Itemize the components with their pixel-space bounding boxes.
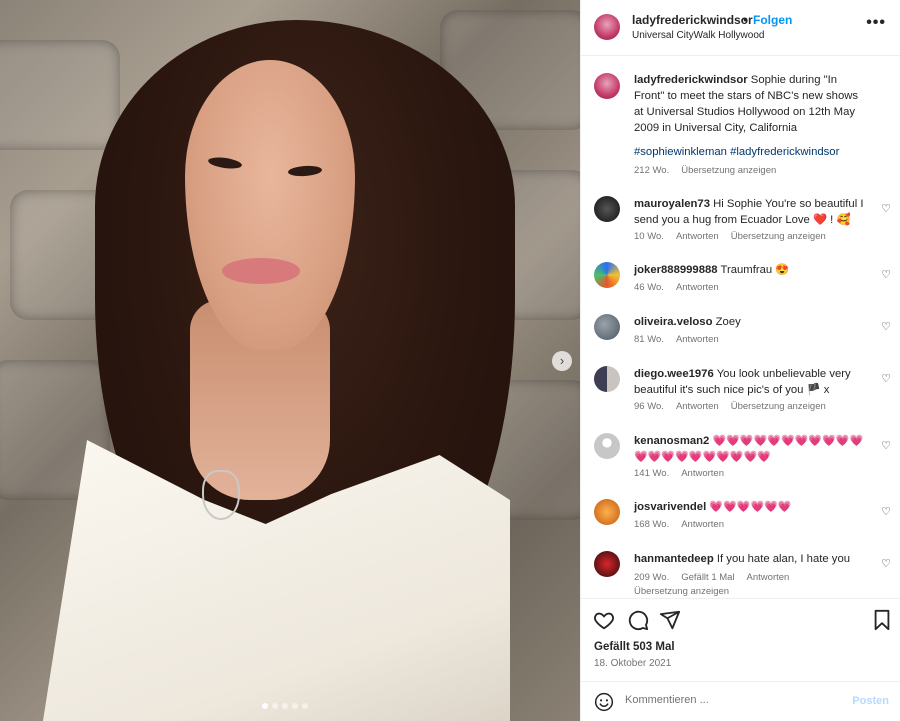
commenter-avatar[interactable] [594, 499, 620, 525]
comment-age: 96 Wo. [634, 401, 664, 412]
comment-body: Zoey [715, 316, 741, 328]
lips [222, 258, 300, 284]
share-icon[interactable] [659, 609, 681, 631]
comment-text: mauroyalen73 Hi Sophie You're so beautif… [634, 196, 866, 228]
separator-dot: • [743, 11, 748, 27]
comment-meta: 46 Wo. Antworten [634, 282, 731, 293]
carousel-dot [302, 703, 308, 709]
carousel-dots [262, 703, 308, 709]
comment-text: diego.wee1976 You look unbelievable very… [634, 366, 866, 398]
post-photo[interactable]: › [0, 0, 580, 721]
author-avatar[interactable] [594, 14, 620, 40]
post-header: ladyfrederickwindsor • Folgen Universal … [581, 0, 900, 56]
bookmark-icon[interactable] [871, 609, 893, 631]
commenter-avatar[interactable] [594, 314, 620, 340]
necklace-pendant [202, 470, 240, 520]
commenter-avatar[interactable] [594, 366, 620, 392]
post-sidebar: ladyfrederickwindsor • Folgen Universal … [580, 0, 900, 721]
reply-link[interactable]: Antworten [747, 572, 790, 583]
comment-age: 209 Wo. [634, 572, 670, 583]
like-comment-icon[interactable]: ♡ [881, 557, 891, 570]
comment-username[interactable]: joker888999888 [634, 264, 718, 276]
comment-username[interactable]: josvarivendel [634, 501, 706, 513]
next-photo-button[interactable]: › [552, 351, 572, 371]
reply-link[interactable]: Antworten [681, 468, 724, 479]
author-avatar[interactable] [594, 73, 620, 99]
author-username[interactable]: ladyfrederickwindsor [632, 13, 753, 27]
comment-username[interactable]: oliveira.veloso [634, 316, 713, 328]
emoji-icon[interactable] [594, 692, 614, 712]
comment-text: kenanosman2 💗💗💗💗💗💗💗💗💗💗💗💗💗💗💗💗💗💗💗💗💗 [634, 433, 866, 465]
caption-username[interactable]: ladyfrederickwindsor [634, 74, 748, 86]
like-comment-icon[interactable]: ♡ [881, 439, 891, 452]
comment-icon[interactable] [627, 609, 649, 631]
comment-meta-translate: Übersetzung anzeigen [634, 586, 741, 597]
reply-link[interactable]: Antworten [676, 282, 719, 293]
comment-meta: 96 Wo. Antworten Übersetzung anzeigen [634, 401, 838, 412]
heart-icon[interactable] [593, 609, 615, 631]
comment-username[interactable]: diego.wee1976 [634, 368, 714, 380]
location-link[interactable]: Universal CityWalk Hollywood [632, 30, 764, 41]
reply-link[interactable]: Antworten [676, 334, 719, 345]
carousel-dot [292, 703, 298, 709]
post-date: 18. Oktober 2021 [594, 658, 672, 669]
comment-body: 💗💗💗💗💗💗 [709, 501, 792, 513]
post-button[interactable]: Posten [852, 695, 889, 707]
comment-age: 168 Wo. [634, 519, 670, 530]
translate-link[interactable]: Übersetzung anzeigen [731, 401, 826, 412]
comment-age: 46 Wo. [634, 282, 664, 293]
action-bar [581, 598, 900, 636]
comment-username[interactable]: mauroyalen73 [634, 198, 710, 210]
comment-text: joker888999888 Traumfrau 😍 [634, 262, 866, 278]
comment-body: Traumfrau 😍 [720, 264, 790, 276]
translate-link[interactable]: Übersetzung anzeigen [634, 586, 729, 597]
comment-text: josvarivendel 💗💗💗💗💗💗 [634, 499, 866, 515]
comment-text: oliveira.veloso Zoey [634, 314, 866, 330]
comment-text: hanmantedeep If you hate alan, I hate yo… [634, 551, 866, 567]
likes-count[interactable]: Gefällt 503 Mal [594, 641, 675, 653]
carousel-dot [272, 703, 278, 709]
comments-list[interactable]: ladyfrederickwindsor Sophie during "In F… [581, 57, 900, 598]
translate-link[interactable]: Übersetzung anzeigen [681, 165, 776, 176]
like-comment-icon[interactable]: ♡ [881, 268, 891, 281]
like-comment-icon[interactable]: ♡ [881, 372, 891, 385]
commenter-avatar[interactable] [594, 196, 620, 222]
comment-meta: 10 Wo. Antworten Übersetzung anzeigen [634, 231, 838, 242]
carousel-dot [282, 703, 288, 709]
carousel-dot [262, 703, 268, 709]
comment-username[interactable]: kenanosman2 [634, 435, 709, 447]
commenter-avatar[interactable] [594, 551, 620, 577]
caption-meta: 212 Wo. Übersetzung anzeigen [634, 165, 788, 176]
comment-likes-link[interactable]: Gefällt 1 Mal [681, 572, 734, 583]
caption-text: ladyfrederickwindsor Sophie during "In F… [634, 72, 866, 136]
comment-body: If you hate alan, I hate you [716, 553, 851, 565]
follow-button[interactable]: Folgen [753, 13, 792, 27]
caption-hashtags[interactable]: #sophiewinkleman #ladyfrederickwindsor [634, 144, 866, 160]
comment-meta: 168 Wo. Antworten [634, 519, 736, 530]
translate-link[interactable]: Übersetzung anzeigen [731, 231, 826, 242]
reply-link[interactable]: Antworten [676, 231, 719, 242]
like-comment-icon[interactable]: ♡ [881, 320, 891, 333]
comment-input[interactable] [625, 694, 845, 706]
comment-composer: Posten [581, 681, 900, 721]
wall-stone [0, 40, 120, 150]
comment-age: 141 Wo. [634, 468, 670, 479]
comment-meta: 209 Wo. Gefällt 1 Mal Antworten [634, 572, 801, 583]
commenter-avatar[interactable] [594, 433, 620, 459]
more-horizontal-icon[interactable]: ••• [866, 14, 886, 32]
comment-meta: 141 Wo. Antworten [634, 468, 736, 479]
commenter-avatar[interactable] [594, 262, 620, 288]
caption-age: 212 Wo. [634, 165, 670, 176]
reply-link[interactable]: Antworten [676, 401, 719, 412]
comment-age: 10 Wo. [634, 231, 664, 242]
comment-meta: 81 Wo. Antworten [634, 334, 731, 345]
reply-link[interactable]: Antworten [681, 519, 724, 530]
like-comment-icon[interactable]: ♡ [881, 202, 891, 215]
like-comment-icon[interactable]: ♡ [881, 505, 891, 518]
comment-username[interactable]: hanmantedeep [634, 553, 714, 565]
comment-age: 81 Wo. [634, 334, 664, 345]
